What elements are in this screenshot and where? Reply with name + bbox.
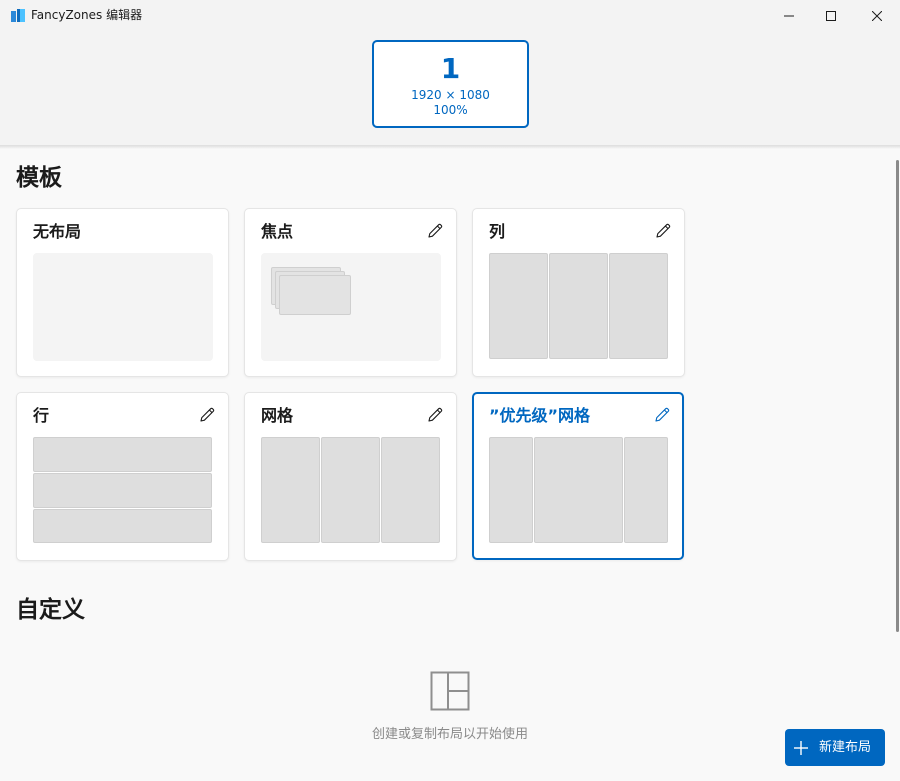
templates-heading: 模板 (16, 165, 62, 191)
title-bar: FancyZones 编辑器 (0, 0, 900, 32)
edit-pencil-icon[interactable] (654, 222, 672, 240)
layout-preview (33, 437, 213, 545)
new-layout-label: 新建布局 (819, 739, 872, 755)
custom-heading: 自定义 (16, 597, 85, 623)
zone (279, 275, 351, 315)
zone (624, 437, 668, 543)
close-button[interactable] (854, 0, 900, 32)
edit-pencil-icon[interactable] (653, 406, 671, 424)
layout-preview (33, 253, 213, 361)
template-name: 焦点 (261, 222, 294, 241)
monitor-number: 1 (440, 52, 461, 85)
maximize-button[interactable] (808, 0, 854, 32)
template-name: ”优先级”网格 (489, 406, 591, 425)
fancyzones-app-icon (11, 9, 25, 22)
zone (33, 473, 212, 508)
minimize-icon (784, 15, 794, 17)
template-card-columns[interactable]: 列 (472, 208, 685, 377)
layout-preview (261, 253, 441, 361)
template-card-rows[interactable]: 行 (16, 392, 229, 561)
zone (33, 509, 212, 543)
custom-empty-text: 创建或复制布局以开始使用 (371, 727, 528, 742)
vertical-scrollbar[interactable] (896, 160, 899, 632)
template-name: 列 (489, 222, 506, 241)
empty-zone (33, 253, 213, 361)
zone (381, 437, 440, 543)
zone (534, 437, 623, 543)
monitor-card-1[interactable]: 1 1920 × 1080 100% (372, 40, 529, 128)
layout-grid-icon (430, 671, 470, 711)
layout-preview (261, 437, 441, 545)
template-card-no-layout[interactable]: 无布局 (16, 208, 229, 377)
edit-pencil-icon[interactable] (426, 222, 444, 240)
edit-pencil-icon[interactable] (198, 406, 216, 424)
monitor-scale: 100% (433, 103, 468, 117)
maximize-icon (826, 11, 836, 21)
template-card-priority-grid[interactable]: ”优先级”网格 (472, 392, 684, 560)
zone (261, 437, 320, 543)
layout-preview (489, 253, 669, 361)
template-name: 网格 (261, 406, 294, 425)
template-name: 行 (33, 406, 50, 425)
header-divider (0, 146, 900, 149)
plus-icon (794, 740, 808, 755)
zone (33, 437, 212, 472)
template-name: 无布局 (33, 222, 82, 241)
minimize-button[interactable] (766, 0, 812, 32)
zone (489, 253, 548, 359)
edit-pencil-icon[interactable] (426, 406, 444, 424)
zone (549, 253, 608, 359)
window-title: FancyZones 编辑器 (31, 8, 143, 22)
template-card-grid[interactable]: 网格 (244, 392, 457, 561)
zone (489, 437, 533, 543)
monitor-resolution: 1920 × 1080 (411, 88, 490, 102)
template-card-focus[interactable]: 焦点 (244, 208, 457, 377)
monitor-header: 1 1920 × 1080 100% (0, 32, 900, 146)
layout-preview (489, 437, 669, 545)
new-layout-button[interactable]: 新建布局 (785, 729, 885, 766)
close-icon (872, 11, 882, 21)
zone (609, 253, 668, 359)
zone (321, 437, 380, 543)
